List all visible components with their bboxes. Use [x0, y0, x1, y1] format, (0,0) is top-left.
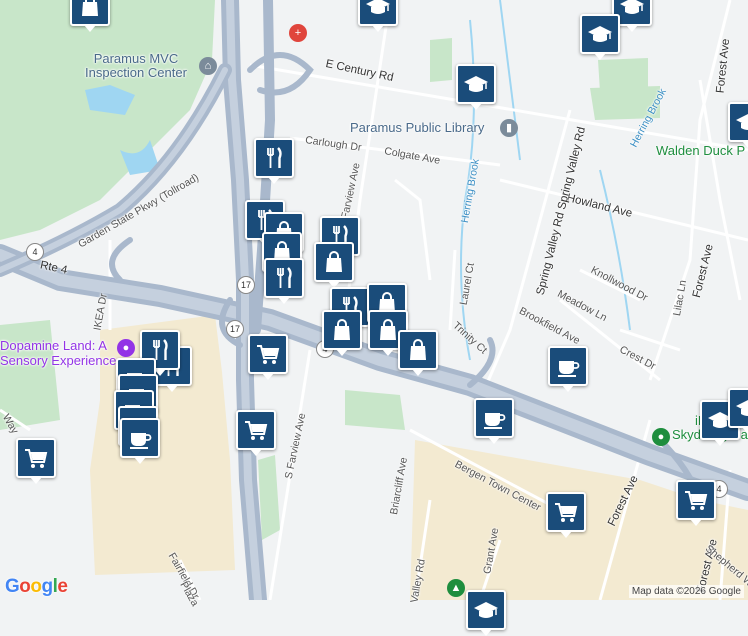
water-stream: [599, 169, 631, 331]
hospital-icon: +: [294, 27, 302, 39]
tree-icon: ▲: [450, 582, 462, 594]
google-logo: Google: [5, 576, 68, 597]
map-marker-cafe[interactable]: [474, 398, 514, 444]
map-marker-shopping[interactable]: [398, 330, 438, 376]
route-shield: 17: [226, 320, 244, 338]
map-marker-school[interactable]: [466, 590, 506, 636]
ifly-pin-icon: ●: [657, 431, 665, 443]
map-marker-shopping[interactable]: [70, 0, 110, 32]
place-label-mvc: Paramus MVC Inspection Center: [85, 51, 187, 80]
route-shield: 4: [26, 243, 44, 261]
place-label-dopamine: Dopamine Land: A Sensory Experience: [0, 338, 117, 368]
map-marker-grocery[interactable]: [676, 480, 716, 526]
park-area: [430, 38, 452, 82]
map-marker-school[interactable]: [580, 14, 620, 60]
map-marker-grocery[interactable]: [16, 438, 56, 484]
dopamine-pin-icon: ●: [122, 342, 130, 354]
place-label-library: Paramus Public Library: [350, 120, 485, 135]
map-marker-cafe[interactable]: [120, 418, 160, 464]
map-marker-school[interactable]: [728, 102, 748, 148]
map-marker-shopping[interactable]: [314, 242, 354, 288]
map-marker-grocery[interactable]: [236, 410, 276, 456]
map-marker-cafe[interactable]: [548, 346, 588, 392]
book-icon: ▮: [505, 122, 513, 134]
map-marker-school[interactable]: [358, 0, 398, 32]
map-marker-school[interactable]: [728, 388, 748, 434]
park-area: [0, 0, 215, 240]
map-marker-restaurant[interactable]: [254, 138, 294, 184]
route-shield: 17: [237, 276, 255, 294]
park-area: [345, 390, 405, 430]
map-marker-grocery[interactable]: [248, 334, 288, 380]
map-credit: Map data ©2026 Google: [628, 585, 744, 598]
inspection-icon: ⌂: [204, 60, 212, 72]
map-marker-restaurant[interactable]: [264, 258, 304, 304]
map-marker-shopping[interactable]: [322, 310, 362, 356]
map-marker-grocery[interactable]: [546, 492, 586, 538]
park-area: [258, 455, 280, 540]
map-marker-school[interactable]: [456, 64, 496, 110]
place-label-walden: Walden Duck P: [656, 143, 746, 158]
